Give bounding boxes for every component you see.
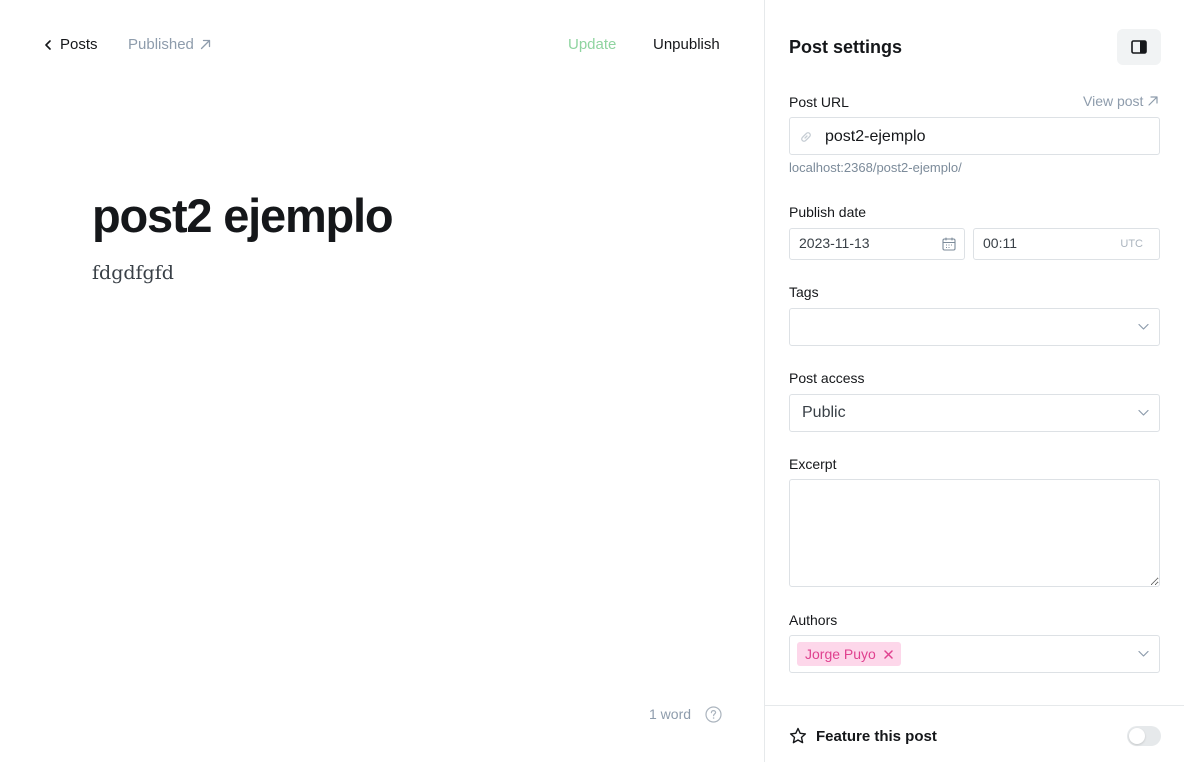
- post-url-input[interactable]: [825, 126, 1145, 148]
- arrow-up-right-icon: [200, 39, 211, 50]
- authors-select[interactable]: Jorge Puyo: [789, 635, 1160, 673]
- toggle-sidebar-button[interactable]: [1117, 29, 1161, 65]
- close-icon[interactable]: [884, 649, 893, 659]
- feature-post-label: Feature this post: [816, 728, 937, 745]
- excerpt-textarea[interactable]: [789, 479, 1160, 587]
- post-url-field: [789, 117, 1160, 155]
- toggle-knob: [1129, 728, 1145, 744]
- post-url-label: Post URL: [789, 94, 849, 110]
- post-access-value: Public: [802, 404, 846, 421]
- excerpt-label: Excerpt: [789, 456, 837, 472]
- feature-post-row: Feature this post: [789, 726, 1161, 748]
- settings-title: Post settings: [789, 37, 903, 57]
- post-url-preview: localhost:2368/post2-ejemplo/: [789, 160, 962, 175]
- post-access-label: Post access: [789, 370, 865, 386]
- post-settings-panel: Post settings Post URL View post localho…: [764, 0, 1184, 762]
- status-label: Published: [128, 36, 194, 53]
- editor-pane: Posts Published Update Unpublish post2 e…: [0, 0, 764, 762]
- authors-label: Authors: [789, 612, 838, 628]
- star-icon: [789, 727, 807, 744]
- post-body[interactable]: fdgdfgfd: [92, 262, 174, 284]
- unpublish-button[interactable]: Unpublish: [653, 36, 720, 53]
- feature-post-toggle[interactable]: [1127, 726, 1161, 746]
- word-count: 1 word: [649, 706, 692, 722]
- chevron-down-icon: [1138, 650, 1149, 657]
- editor-topbar: Posts Published Update Unpublish: [0, 36, 764, 58]
- back-to-posts-link[interactable]: Posts: [44, 36, 98, 53]
- publish-date-field: [789, 228, 965, 260]
- publish-date-label: Publish date: [789, 204, 867, 220]
- update-button[interactable]: Update: [568, 36, 616, 53]
- publish-time-input[interactable]: [983, 235, 1083, 251]
- chevron-left-icon: [45, 39, 51, 50]
- divider: [765, 705, 1184, 706]
- post-access-select[interactable]: Public: [789, 394, 1160, 432]
- view-post-link[interactable]: View post: [1083, 93, 1159, 109]
- arrow-up-right-icon: [1148, 96, 1159, 106]
- post-title[interactable]: post2 ejemplo: [92, 188, 394, 243]
- view-post-label: View post: [1083, 93, 1144, 109]
- help-circle-icon[interactable]: [705, 706, 722, 723]
- back-label: Posts: [60, 36, 98, 53]
- chevron-down-icon: [1138, 323, 1149, 330]
- tags-select[interactable]: [789, 308, 1160, 346]
- publish-time-field: UTC: [973, 228, 1160, 260]
- timezone-label: UTC: [1120, 238, 1143, 250]
- post-status-link[interactable]: Published: [128, 36, 211, 53]
- author-name: Jorge Puyo: [805, 646, 876, 662]
- publish-date-input[interactable]: [799, 235, 929, 251]
- author-chip: Jorge Puyo: [797, 642, 901, 666]
- chevron-down-icon: [1138, 409, 1149, 416]
- tags-label: Tags: [789, 284, 819, 300]
- sidebar-toggle-icon: [1131, 40, 1147, 54]
- link-icon: [801, 132, 811, 142]
- calendar-icon[interactable]: [942, 237, 956, 251]
